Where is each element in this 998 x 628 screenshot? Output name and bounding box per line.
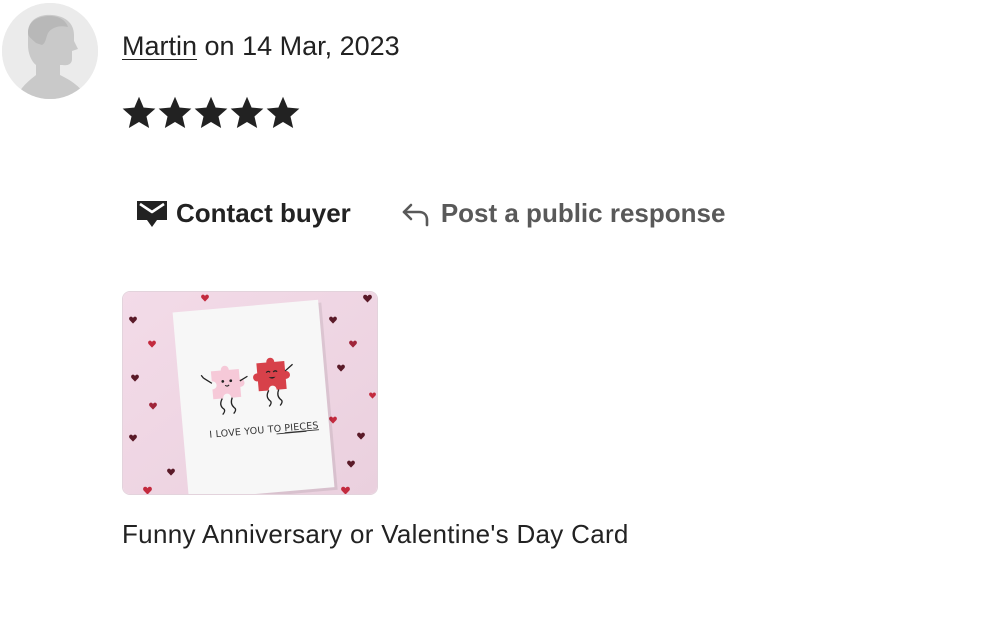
envelope-chat-icon xyxy=(137,200,167,227)
star-rating xyxy=(121,93,301,133)
listing-card-image: I LOVE YOU TO PIECES xyxy=(123,292,377,494)
post-public-response-button[interactable]: Post a public response xyxy=(401,198,726,229)
review-date: on 14 Mar, 2023 xyxy=(204,31,400,61)
reply-arrow-icon xyxy=(402,203,429,226)
star-filled-icon xyxy=(194,96,228,129)
contact-buyer-button[interactable]: Contact buyer xyxy=(136,198,351,229)
listing-thumbnail[interactable]: I LOVE YOU TO PIECES xyxy=(122,291,378,495)
default-user-avatar-icon xyxy=(2,3,98,99)
star-filled-icon xyxy=(266,96,300,129)
post-public-response-label: Post a public response xyxy=(440,198,726,228)
contact-buyer-label: Contact buyer xyxy=(176,198,351,228)
review-byline: Martin on 14 Mar, 2023 xyxy=(122,29,400,63)
star-filled-icon xyxy=(122,96,156,129)
star-filled-icon xyxy=(230,96,264,129)
star-filled-icon xyxy=(158,96,192,129)
reviewer-avatar[interactable] xyxy=(2,3,98,99)
listing-title-link[interactable]: Funny Anniversary or Valentine's Day Car… xyxy=(122,518,629,550)
review-actions: Contact buyer Post a public response xyxy=(136,198,725,229)
reviewer-name-link[interactable]: Martin xyxy=(122,31,197,61)
